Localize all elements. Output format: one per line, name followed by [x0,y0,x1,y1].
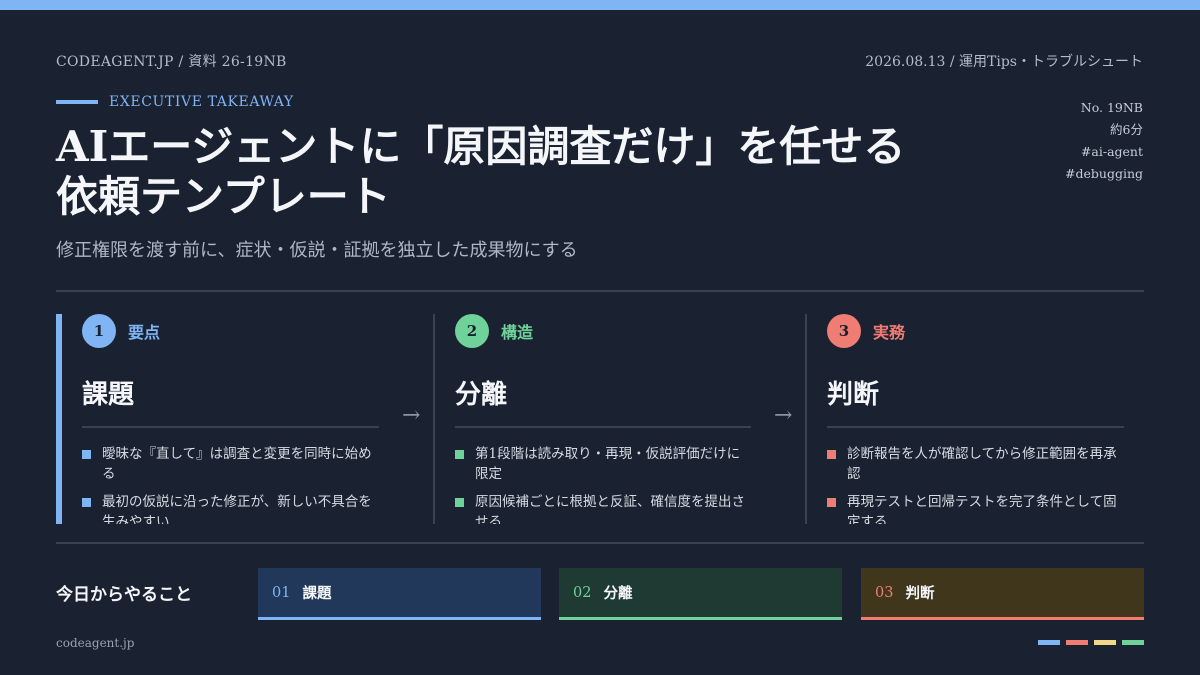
page-title-line2: 依頼テンプレート [56,172,391,221]
step-badge: 2 [455,314,489,348]
page-title: AIエージェントに「原因調査だけ」を任せる 依頼テンプレート [56,122,905,222]
list-item: 曖昧な『直して』は調査と変更を同時に始める [82,444,379,484]
date-category-label: 2026.08.13 / 運用Tips・トラブルシュート [865,54,1143,70]
arrow-right-icon: → [774,403,793,428]
bullet-text: 再現テストと回帰テストを完了条件として固定する [847,494,1117,524]
swatch-yellow [1094,640,1116,645]
todo-number: 01 [272,584,291,601]
bullet-square-icon [827,498,836,507]
bullet-square-icon [827,450,836,459]
column-category: 実務 [873,323,906,342]
column-rule [827,426,1124,428]
page-title-line1: AIエージェントに「原因調査だけ」を任せる [56,122,906,171]
column-title: 判断 [827,380,880,410]
column-header: 2 構造 [455,314,751,348]
column-title: 分離 [455,380,508,410]
bullet-square-icon [82,450,91,459]
kicker-rule [56,100,98,104]
kicker: EXECUTIVE TAKEAWAY [56,94,294,110]
swatch-green [1122,640,1144,645]
column-2: 2 構造 分離 第1段階は読み取り・再現・仮説評価だけに限定 原因候補ごとに根拠… [433,314,751,524]
todo-number: 03 [875,584,894,601]
bullet-square-icon [455,450,464,459]
todo-item-3: 03 判断 [861,568,1144,620]
step-badge: 1 [82,314,116,348]
column-category: 構造 [501,323,534,342]
source-label: CODEAGENT.JP / 資料 26-19NB [56,54,287,70]
todo-item-2: 02 分離 [559,568,842,620]
read-time: 約6分 [1110,122,1143,137]
column-header: 1 要点 [82,314,379,348]
tag-ai-agent: #ai-agent [1080,144,1143,159]
todo-label: 今日からやること [56,585,192,605]
doc-number: No. 19NB [1080,100,1143,115]
list-item: 第1段階は読み取り・再現・仮説評価だけに限定 [455,444,751,484]
column-header: 3 実務 [827,314,1124,348]
list-item: 最初の仮説に沿った修正が、新しい不具合を生みやすい [82,492,379,524]
column-rule [82,426,379,428]
column-3: 3 実務 判断 診断報告を人が確認してから修正範囲を再承認 再現テストと回帰テス… [805,314,1124,524]
bullet-text: 原因候補ごとに根拠と反証、確信度を提出させる [475,494,745,524]
bullet-text: 曖昧な『直して』は調査と変更を同時に始める [102,446,372,482]
swatch-blue [1038,640,1060,645]
top-accent-bar [0,0,1200,10]
todo-number: 02 [573,584,592,601]
bullet-text: 最初の仮説に沿った修正が、新しい不具合を生みやすい [102,494,372,524]
list-item: 原因候補ごとに根拠と反証、確信度を提出させる [455,492,751,524]
footer-site: codeagent.jp [56,636,135,650]
column-rule [455,426,751,428]
bullet-square-icon [455,498,464,507]
todo-text: 判断 [905,585,935,602]
tag-debugging: #debugging [1065,166,1143,181]
column-title: 課題 [82,380,135,410]
swatch-red [1066,640,1088,645]
bullet-list: 曖昧な『直して』は調査と変更を同時に始める 最初の仮説に沿った修正が、新しい不具… [82,444,379,524]
todo-item-1: 01 課題 [258,568,541,620]
todo-text: 課題 [302,585,332,602]
list-item: 再現テストと回帰テストを完了条件として固定する [827,492,1124,524]
bullet-square-icon [82,498,91,507]
side-meta: No. 19NB 約6分 #ai-agent #debugging [1065,97,1143,185]
kicker-text: EXECUTIVE TAKEAWAY [109,94,294,110]
divider-bottom [56,542,1144,544]
color-swatches [1032,640,1144,645]
subtitle: 修正権限を渡す前に、症状・仮説・証拠を独立した成果物にする [56,240,578,261]
column-1: 1 要点 課題 曖昧な『直して』は調査と変更を同時に始める 最初の仮説に沿った修… [56,314,379,524]
arrow-right-icon: → [402,403,421,428]
bullet-text: 診断報告を人が確認してから修正範囲を再承認 [847,446,1117,482]
column-category: 要点 [128,323,161,342]
list-item: 診断報告を人が確認してから修正範囲を再承認 [827,444,1124,484]
todo-text: 分離 [603,585,633,602]
step-badge: 3 [827,314,861,348]
bullet-list: 診断報告を人が確認してから修正範囲を再承認 再現テストと回帰テストを完了条件とし… [827,444,1124,524]
bullet-text: 第1段階は読み取り・再現・仮説評価だけに限定 [475,446,741,482]
divider-top [56,290,1144,292]
bullet-list: 第1段階は読み取り・再現・仮説評価だけに限定 原因候補ごとに根拠と反証、確信度を… [455,444,751,524]
